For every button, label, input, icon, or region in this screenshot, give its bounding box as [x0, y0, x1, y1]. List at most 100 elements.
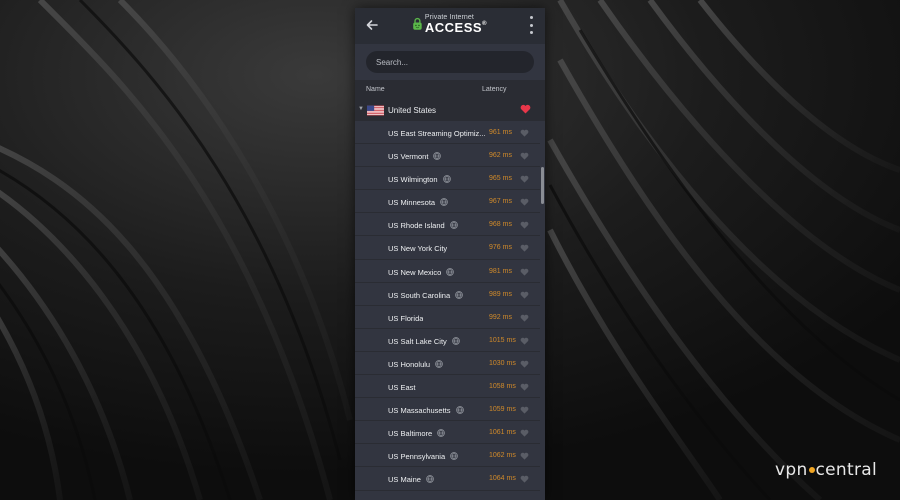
server-row[interactable]: US Wilmington 965 ms: [355, 167, 540, 191]
server-latency: 968 ms: [489, 221, 512, 229]
server-row[interactable]: US Salt Lake City 1015 ms: [355, 328, 540, 352]
favorite-heart-icon[interactable]: [520, 429, 529, 437]
geo-location-icon: [455, 406, 464, 414]
server-row[interactable]: US Florida 992 ms: [355, 305, 540, 329]
server-name-text: US New Mexico: [388, 267, 442, 277]
watermark-dot-icon: [808, 467, 815, 473]
server-name-text: US Baltimore: [388, 429, 433, 439]
favorite-heart-icon[interactable]: [520, 221, 529, 230]
favorite-heart-icon[interactable]: [520, 152, 529, 160]
watermark-part1: vpn: [775, 460, 808, 480]
server-row[interactable]: US Rhode Island 968 ms: [355, 213, 540, 237]
geo-location-icon: [440, 198, 448, 207]
column-name-label: Name: [366, 86, 385, 93]
geo-location-icon: [426, 475, 434, 484]
server-name-text: US Honolulu: [388, 359, 431, 369]
country-name: United States: [388, 106, 437, 115]
server-name: US South Carolina: [388, 291, 463, 300]
server-row[interactable]: US Honolulu 1030 ms: [355, 351, 540, 376]
server-latency: 967 ms: [489, 198, 512, 206]
country-row-united-states[interactable]: ▼ United States: [355, 99, 545, 121]
server-latency: 1059 ms: [489, 406, 516, 414]
server-row[interactable]: US East 1058 ms: [355, 375, 540, 399]
server-name-text: US Minnesota: [388, 198, 436, 208]
vpncentral-watermark: vpn central: [775, 460, 877, 480]
favorite-heart-icon[interactable]: [520, 360, 529, 368]
server-row[interactable]: US Baltimore 1061 ms: [355, 421, 540, 445]
favorite-heart-icon[interactable]: [520, 383, 529, 391]
server-row[interactable]: US Massachusetts 1059 ms: [355, 398, 540, 422]
geo-location-icon: [435, 360, 443, 368]
server-name-text: US South Carolina: [388, 290, 451, 300]
favorite-heart-icon[interactable]: [520, 314, 529, 322]
favorite-heart-icon[interactable]: [520, 175, 529, 183]
server-name-text: US Florida: [388, 313, 424, 323]
server-latency: 1062 ms: [489, 452, 516, 460]
server-latency: 961 ms: [489, 129, 512, 136]
server-row[interactable]: US Maine 1064 ms: [355, 467, 540, 491]
favorite-heart-icon[interactable]: [520, 198, 529, 206]
server-name: US Florida: [388, 314, 423, 323]
server-row[interactable]: US East Streaming Optimiz... 961 ms: [355, 121, 540, 145]
server-name: US Pennsylvania: [388, 452, 458, 461]
server-latency: 965 ms: [489, 175, 512, 183]
favorite-heart-icon[interactable]: [520, 268, 529, 276]
favorite-heart-icon[interactable]: [520, 475, 529, 484]
server-name: US Vermont: [388, 152, 442, 161]
server-name: US East: [388, 383, 416, 392]
server-latency: 1064 ms: [489, 475, 516, 483]
server-name-text: US Massachusetts: [388, 406, 451, 416]
favorite-heart-icon[interactable]: [520, 244, 529, 253]
server-row[interactable]: US Minnesota 967 ms: [355, 190, 540, 214]
geo-location-icon: [450, 452, 458, 461]
server-row[interactable]: US New York City 976 ms: [355, 236, 540, 260]
geo-location-icon: [437, 429, 446, 438]
server-name: US Massachusetts: [388, 406, 464, 415]
server-row[interactable]: US South Carolina 989 ms: [355, 282, 540, 306]
favorite-heart-icon[interactable]: [520, 452, 529, 460]
pia-logo: Private Internet ACCESS®: [412, 11, 487, 37]
server-name-text: US East: [388, 383, 416, 393]
geo-location-icon: [451, 336, 460, 345]
watermark-part2: central: [815, 460, 878, 480]
server-name: US Salt Lake City: [388, 337, 460, 346]
app-header: Private Internet ACCESS®: [355, 8, 545, 44]
server-latency: 962 ms: [489, 152, 512, 160]
server-name-text: US Rhode Island: [388, 221, 445, 231]
server-name-text: US Pennsylvania: [388, 452, 446, 462]
column-header: Name Latency: [355, 80, 545, 99]
server-latency: 989 ms: [489, 290, 512, 298]
server-name: US Wilmington: [388, 175, 451, 184]
column-latency-label[interactable]: Latency: [482, 86, 507, 93]
favorite-heart-icon[interactable]: [520, 337, 529, 345]
geo-location-icon: [442, 175, 451, 184]
server-list: US East Streaming Optimiz... 961 ms US Ver…: [355, 121, 540, 491]
server-name-text: US East Streaming Optimiz...: [388, 129, 486, 138]
server-name: US New York City: [388, 244, 447, 253]
search-input[interactable]: [366, 51, 534, 73]
favorite-heart-icon[interactable]: [520, 104, 531, 114]
expand-caret-icon[interactable]: ▼: [358, 106, 364, 112]
server-name: US Honolulu: [388, 360, 443, 369]
padlock-logo-icon: [413, 17, 422, 30]
server-row[interactable]: US Pennsylvania 1062 ms: [355, 444, 540, 468]
server-row[interactable]: US New Mexico 981 ms: [355, 259, 540, 283]
server-latency: 992 ms: [489, 313, 512, 321]
server-latency: 1058 ms: [489, 383, 516, 391]
server-name: US Rhode Island: [388, 221, 458, 230]
server-row[interactable]: US Vermont 962 ms: [355, 144, 540, 168]
favorite-heart-icon[interactable]: [520, 129, 529, 137]
server-name: US New Mexico: [388, 267, 455, 277]
logo-title: ACCESS®: [424, 20, 487, 35]
server-name-text: US Wilmington: [388, 175, 438, 185]
geo-location-icon: [433, 152, 442, 160]
geo-location-icon: [455, 290, 463, 299]
favorite-heart-icon[interactable]: [520, 406, 529, 414]
geo-location-icon: [449, 221, 458, 230]
server-name-text: US New York City: [388, 244, 448, 254]
geo-location-icon: [446, 267, 455, 276]
favorite-heart-icon[interactable]: [520, 291, 529, 299]
more-options-icon[interactable]: [527, 16, 535, 34]
back-arrow-icon[interactable]: [364, 17, 380, 33]
scrollbar-thumb[interactable]: [541, 167, 544, 204]
